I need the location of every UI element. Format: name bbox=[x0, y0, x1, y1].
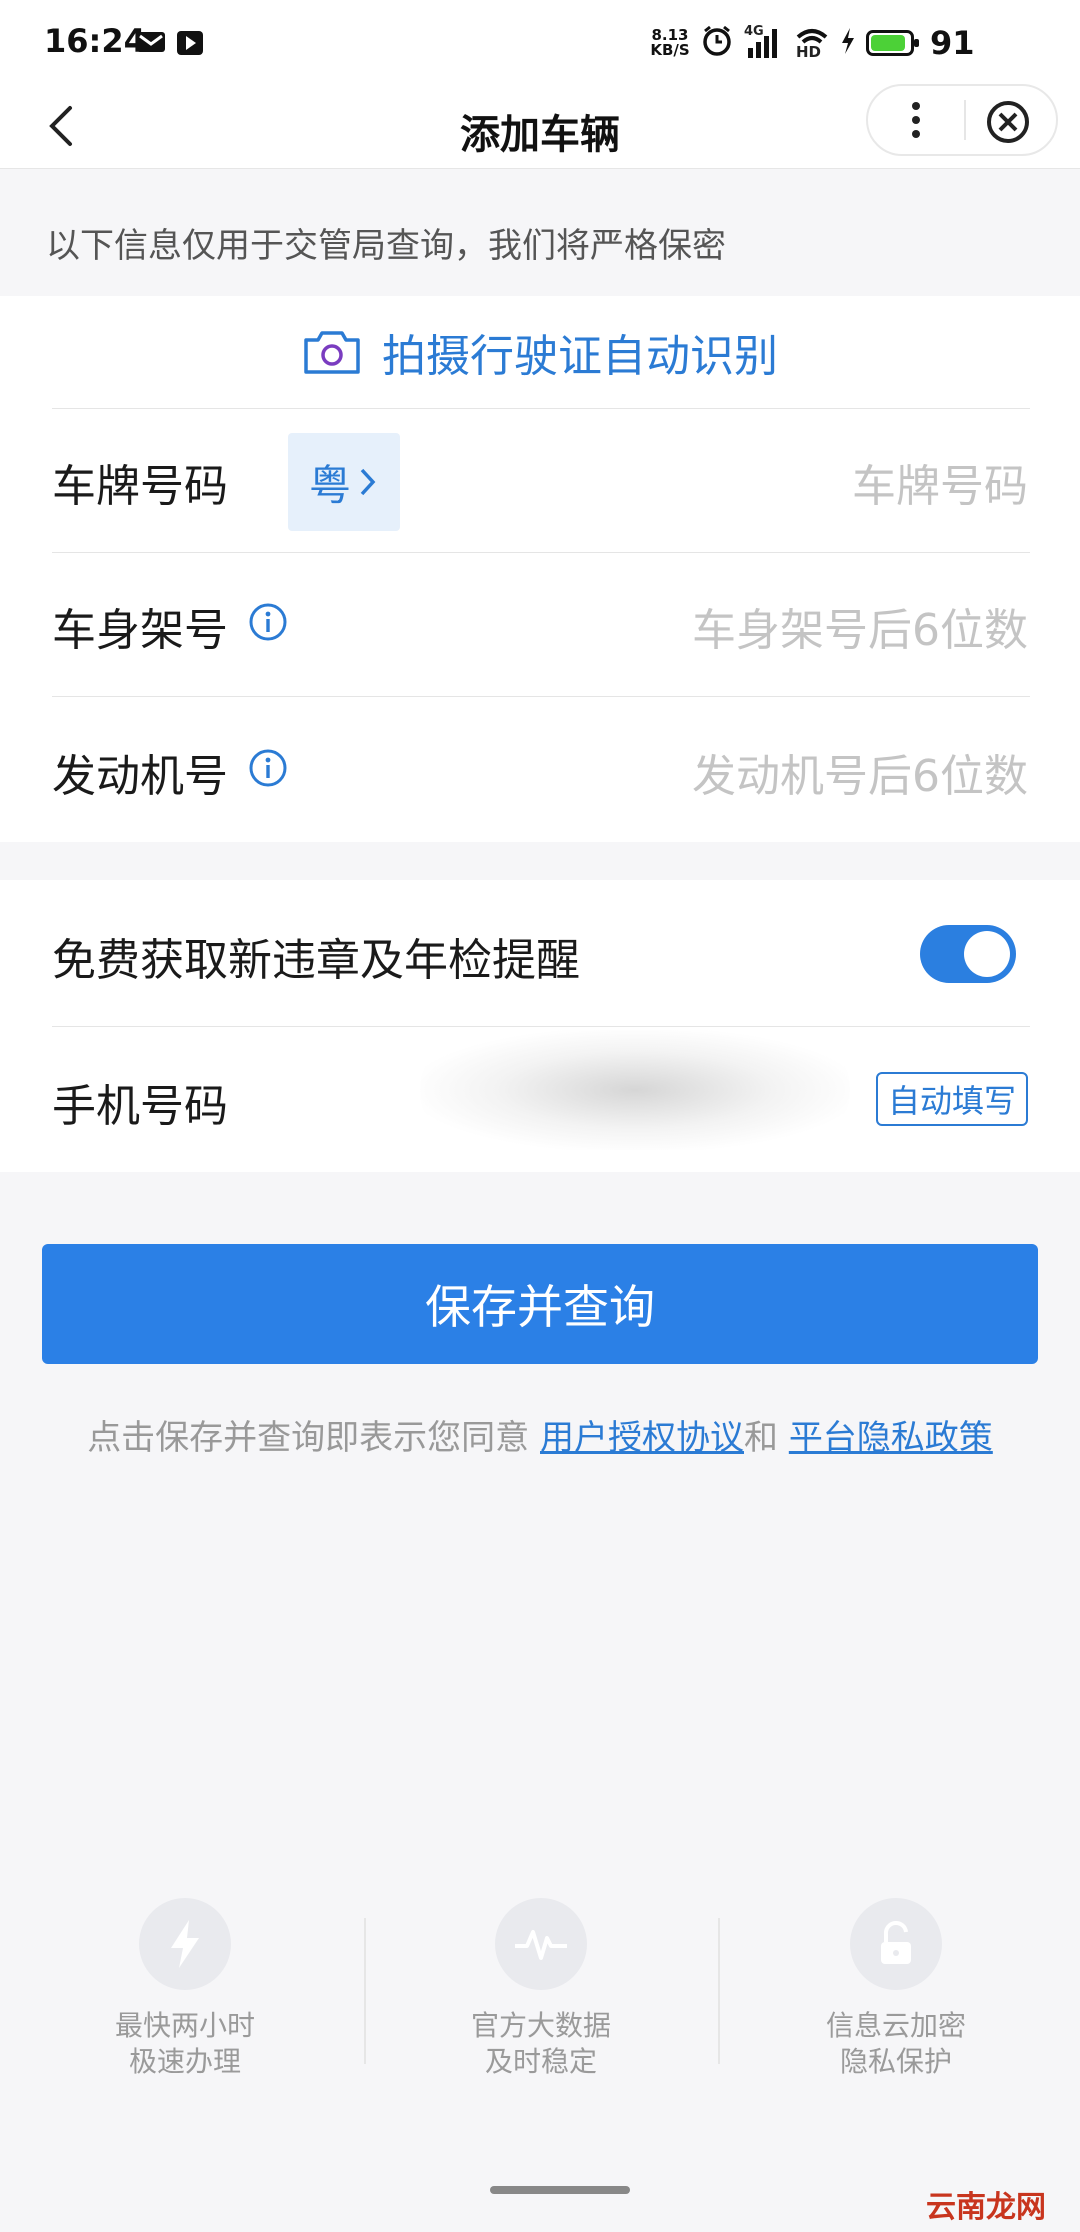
user-agreement-link[interactable]: 用户授权协议 bbox=[540, 1418, 744, 1458]
feature-official: 官方大数据 及时稳定 bbox=[431, 1898, 651, 2080]
net-speed: 8.13 KB/S bbox=[650, 28, 690, 58]
province-selector[interactable]: 粤 bbox=[288, 433, 400, 531]
feature-divider bbox=[718, 1918, 720, 2064]
divider bbox=[52, 696, 1030, 697]
engine-label: 发动机号 bbox=[52, 751, 228, 802]
play-icon bbox=[176, 30, 204, 60]
status-icons: 8.13 KB/S 4G HD 91 bbox=[650, 18, 975, 68]
agreement-connector: 和 bbox=[744, 1418, 778, 1458]
watermark: 云南龙网 bbox=[926, 2190, 1046, 2225]
more-button[interactable] bbox=[888, 96, 944, 144]
feature-line1: 最快两小时 bbox=[114, 2009, 255, 2042]
status-time: 16:24 bbox=[44, 22, 146, 60]
pulse-icon bbox=[495, 1898, 587, 1990]
capsule-divider bbox=[964, 100, 966, 140]
net-speed-unit: KB/S bbox=[650, 41, 690, 59]
divider bbox=[52, 1026, 1030, 1027]
wifi-hd-icon: HD bbox=[794, 25, 830, 61]
hd-label: HD bbox=[796, 43, 822, 61]
battery-text: 91 bbox=[930, 24, 975, 62]
feature-line2: 隐私保护 bbox=[839, 2045, 952, 2078]
feature-line2: 极速办理 bbox=[128, 2045, 241, 2078]
feature-fast: 最快两小时 极速办理 bbox=[75, 1898, 295, 2080]
status-bar: 16:24 8.13 KB/S 4G HD 91 bbox=[0, 0, 1080, 84]
phone-input-blurred[interactable] bbox=[420, 1030, 850, 1150]
chevron-right-icon bbox=[360, 468, 376, 496]
lock-icon bbox=[850, 1898, 942, 1990]
phone-label: 手机号码 bbox=[52, 1081, 228, 1132]
privacy-note: 以下信息仅用于交管局查询，我们将严格保密 bbox=[46, 226, 726, 266]
battery-fill bbox=[871, 35, 906, 51]
feature-line1: 信息云加密 bbox=[825, 2009, 966, 2042]
save-query-button[interactable]: 保存并查询 bbox=[42, 1244, 1038, 1364]
toggle-knob bbox=[964, 931, 1010, 977]
close-button[interactable] bbox=[982, 96, 1034, 148]
feature-encrypt: 信息云加密 隐私保护 bbox=[786, 1898, 1006, 2080]
plate-input[interactable]: 车牌号码 bbox=[852, 450, 1028, 514]
agreement-text: 点击保存并查询即表示您同意 用户授权协议和 平台隐私政策 bbox=[0, 1410, 1080, 1459]
agreement-prefix: 点击保存并查询即表示您同意 bbox=[87, 1418, 530, 1458]
reminder-toggle[interactable] bbox=[920, 925, 1016, 983]
signal-icon: 4G bbox=[744, 24, 784, 60]
engine-info-button[interactable] bbox=[248, 748, 288, 792]
privacy-policy-link[interactable]: 平台隐私政策 bbox=[789, 1418, 993, 1458]
engine-input[interactable]: 发动机号后6位数 bbox=[692, 740, 1028, 804]
camera-icon bbox=[304, 331, 360, 374]
plate-label: 车牌号码 bbox=[52, 461, 228, 512]
vin-label: 车身架号 bbox=[52, 605, 228, 656]
info-icon bbox=[249, 749, 287, 787]
lightning-icon bbox=[139, 1898, 231, 1990]
vin-info-button[interactable] bbox=[248, 602, 288, 646]
mail-icon bbox=[136, 30, 166, 58]
feature-divider bbox=[364, 1918, 366, 2064]
home-indicator[interactable] bbox=[490, 2186, 630, 2194]
divider bbox=[52, 408, 1030, 409]
reminder-label: 免费获取新违章及年检提醒 bbox=[52, 935, 580, 986]
feature-line2: 及时稳定 bbox=[484, 2045, 597, 2078]
scan-label: 拍摄行驶证自动识别 bbox=[382, 331, 778, 382]
feature-line1: 官方大数据 bbox=[470, 2009, 611, 2042]
scan-license-button[interactable]: 拍摄行驶证自动识别 bbox=[0, 322, 1080, 382]
alarm-icon bbox=[700, 24, 734, 62]
close-circle-icon bbox=[987, 101, 1029, 143]
info-icon bbox=[249, 603, 287, 641]
nav-bar: 添加车辆 bbox=[0, 84, 1080, 169]
province-value: 粤 bbox=[308, 460, 351, 510]
vin-input[interactable]: 车身架号后6位数 bbox=[692, 594, 1028, 658]
autofill-button[interactable]: 自动填写 bbox=[876, 1072, 1028, 1126]
divider bbox=[52, 552, 1030, 553]
battery-icon bbox=[866, 30, 919, 56]
charging-icon bbox=[840, 27, 856, 59]
more-dots-icon bbox=[912, 102, 920, 138]
mini-program-capsule bbox=[866, 84, 1058, 156]
